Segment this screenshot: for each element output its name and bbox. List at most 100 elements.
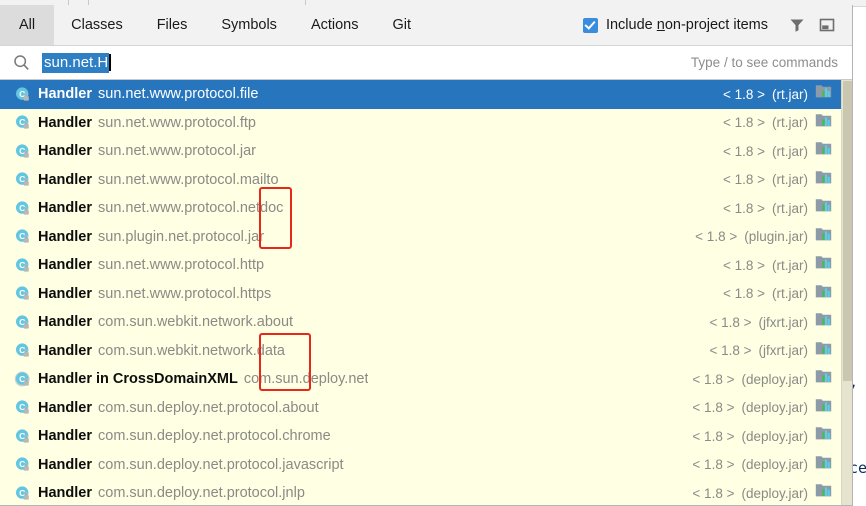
search-row[interactable]: sun.net.H Type / to see commands (0, 46, 852, 80)
result-row[interactable]: C Handler in CrossDomainXML com.sun.deploy… (0, 365, 841, 394)
result-version: < 1.8 > (722, 86, 765, 102)
result-package: com.sun.deploy.net.protocol.jnlp (98, 485, 305, 502)
result-version: < 1.8 > (692, 371, 735, 387)
class-static-locked-icon: C (14, 371, 38, 388)
tab-label: Actions (310, 17, 359, 33)
jar-library-icon (815, 341, 832, 361)
result-row[interactable]: C Handler sun.net.www.protocol.jar < 1.8 > (… (0, 137, 841, 166)
search-input[interactable]: sun.net.H (42, 52, 110, 73)
result-container: (plugin.jar) (744, 229, 808, 245)
result-label: Handler com.sun.webkit.network.data (38, 343, 285, 359)
tab-label: Files (156, 17, 188, 33)
result-container: (deploy.jar) (741, 400, 808, 416)
result-version: < 1.8 > (722, 143, 765, 159)
result-version: < 1.8 > (692, 485, 735, 501)
result-version: < 1.8 > (722, 200, 765, 216)
result-row[interactable]: C Handler com.sun.deploy.net.protocol.abou… (0, 394, 841, 423)
result-container: (jfxrt.jar) (758, 343, 809, 359)
result-name: Handler (38, 143, 92, 160)
result-package: sun.net.www.protocol.mailto (98, 171, 279, 188)
result-source: < 1.8 > (deploy.jar) (692, 426, 841, 446)
scrollbar-thumb[interactable] (842, 81, 852, 381)
result-label: Handler sun.net.www.protocol.ftp (38, 115, 256, 131)
result-name: Handler (38, 114, 92, 131)
result-source: < 1.8 > (rt.jar) (723, 284, 841, 304)
result-row[interactable]: C Handler com.sun.deploy.net.protocol.java… (0, 451, 841, 480)
result-name: Handler (38, 428, 92, 445)
result-version: < 1.8 > (722, 115, 765, 131)
result-label: Handler com.sun.deploy.net.protocol.jnlp (38, 485, 305, 501)
tab-files[interactable]: Files (140, 5, 205, 45)
class-locked-icon: C (14, 314, 38, 331)
results-scrollbar[interactable] (841, 80, 852, 505)
tab-classes[interactable]: Classes (54, 5, 140, 45)
result-container: (rt.jar) (772, 115, 808, 131)
results-list[interactable]: C Handler sun.net.www.protocol.file < 1.8 >… (0, 80, 841, 505)
jar-library-icon (815, 141, 832, 161)
result-row[interactable]: C Handler com.sun.webkit.network.data < 1.8… (0, 337, 841, 366)
result-package: sun.plugin.net.protocol.jar (98, 228, 265, 245)
tab-actions[interactable]: Actions (294, 5, 376, 45)
result-container: (jfxrt.jar) (758, 314, 809, 330)
result-package: com.sun.deploy.net.protocol.about (98, 399, 319, 416)
include-non-project-items-checkbox[interactable]: Include non-project items (582, 17, 782, 33)
result-container: (rt.jar) (772, 172, 808, 188)
tab-git[interactable]: Git (376, 5, 429, 45)
preview-panel-icon[interactable] (812, 10, 842, 40)
result-label: Handler sun.net.www.protocol.netdoc (38, 200, 283, 216)
result-label: Handler com.sun.deploy.net.protocol.about (38, 400, 319, 416)
class-locked-icon: C (14, 485, 38, 502)
jar-library-icon (815, 455, 832, 475)
result-row[interactable]: C Handler com.sun.webkit.network.about < 1.… (0, 308, 841, 337)
result-container: (rt.jar) (772, 257, 808, 273)
checkbox-checked-icon (582, 17, 598, 33)
result-source: < 1.8 > (plugin.jar) (695, 227, 841, 247)
result-version: < 1.8 > (692, 457, 735, 473)
jar-library-icon (815, 84, 832, 104)
result-row[interactable]: C Handler sun.net.www.protocol.http < 1.8 >… (0, 251, 841, 280)
result-row[interactable]: C Handler sun.net.www.protocol.file < 1.8 >… (0, 80, 841, 109)
jar-library-icon (815, 170, 832, 190)
result-source: < 1.8 > (deploy.jar) (692, 398, 841, 418)
jar-library-icon (815, 483, 832, 503)
jar-library-icon (815, 312, 832, 332)
result-container: (deploy.jar) (741, 457, 808, 473)
result-row[interactable]: C Handler com.sun.deploy.net.protocol.jnlp… (0, 479, 841, 505)
jar-library-icon (815, 426, 832, 446)
tab-symbols[interactable]: Symbols (204, 5, 294, 45)
text-caret (109, 54, 112, 71)
result-source: < 1.8 > (rt.jar) (723, 84, 841, 104)
result-source: < 1.8 > (rt.jar) (723, 113, 841, 133)
result-label: Handler com.sun.deploy.net.protocol.javas… (38, 457, 344, 473)
class-locked-icon: C (14, 456, 38, 473)
jar-library-icon (815, 227, 832, 247)
result-version: < 1.8 > (722, 257, 765, 273)
jar-library-icon (815, 284, 832, 304)
result-name: Handler (38, 285, 92, 302)
result-container: (deploy.jar) (741, 371, 808, 387)
result-container: (rt.jar) (772, 286, 808, 302)
result-source: < 1.8 > (rt.jar) (723, 141, 841, 161)
result-container: (rt.jar) (772, 86, 808, 102)
class-locked-icon: C (14, 228, 38, 245)
result-label: Handler sun.net.www.protocol.jar (38, 143, 256, 159)
result-row[interactable]: C Handler sun.net.www.protocol.ftp < 1.8 > (… (0, 109, 841, 138)
result-row[interactable]: C Handler sun.net.www.protocol.netdoc < 1.8… (0, 194, 841, 223)
search-magnifier-icon (0, 54, 42, 71)
result-package: com.sun.deploy.net.protocol.chrome (98, 428, 331, 445)
class-locked-icon: C (14, 257, 38, 274)
tab-label: Git (392, 17, 412, 33)
result-row[interactable]: C Handler com.sun.deploy.net.protocol.chro… (0, 422, 841, 451)
result-source: < 1.8 > (rt.jar) (723, 255, 841, 275)
result-package: sun.net.www.protocol.netdoc (98, 200, 284, 217)
result-name: Handler (38, 228, 92, 245)
tab-all[interactable]: All (0, 5, 55, 45)
result-row[interactable]: C Handler sun.net.www.protocol.mailto < 1.8… (0, 166, 841, 195)
filter-funnel-icon[interactable] (782, 10, 812, 40)
result-version: < 1.8 > (722, 172, 765, 188)
result-version: < 1.8 > (709, 343, 752, 359)
tab-label: Classes (71, 17, 123, 33)
result-row[interactable]: C Handler sun.plugin.net.protocol.jar < 1.8… (0, 223, 841, 252)
result-row[interactable]: C Handler sun.net.www.protocol.https < 1.8 … (0, 280, 841, 309)
result-package: com.sun.webkit.network.data (98, 342, 285, 359)
